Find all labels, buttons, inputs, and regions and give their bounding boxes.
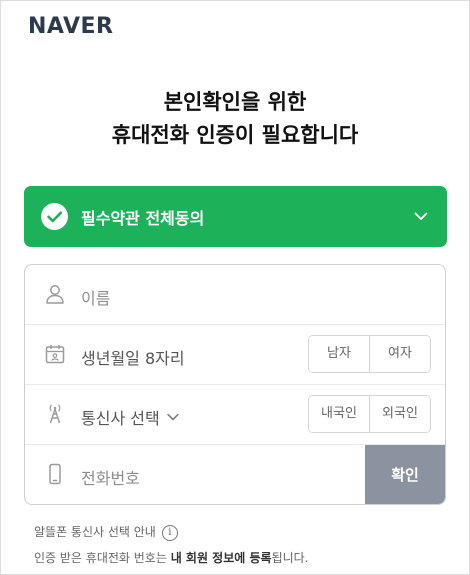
phone-number-input[interactable]: 전화번호 — [81, 465, 140, 489]
page-title-line-1: 본인확인을 위한 — [163, 90, 307, 114]
confirm-button[interactable]: 확인 — [365, 445, 445, 504]
agree-all-terms-button[interactable]: 필수약관 전체동의 — [24, 186, 447, 247]
antenna-tower-icon — [43, 402, 67, 426]
carrier-select-label: 통신사 선택 — [81, 409, 160, 428]
nationality-domestic-button[interactable]: 내국인 — [309, 396, 369, 432]
chevron-down-icon — [166, 409, 180, 428]
registration-notice: 인증 받은 휴대전화 번호는 내 회원 정보에 등록됩니다. — [34, 549, 309, 566]
name-row[interactable]: 이름 — [25, 265, 445, 325]
page-title-line-2: 휴대전화 인증이 필요합니다 — [111, 123, 359, 147]
naver-logo[interactable]: NAVER — [28, 14, 113, 39]
page-title: 본인확인을 위한 휴대전화 인증이 필요합니다 — [0, 86, 470, 152]
registration-notice-prefix: 인증 받은 휴대전화 번호는 — [34, 551, 171, 565]
birthdate-row: 생년월일 8자리 남자 여자 — [25, 325, 445, 385]
verification-form: 이름 생년월일 8자리 남자 여자 통신사 선택 내국인 외국인 전화번호 확인 — [24, 264, 446, 505]
phone-row: 전화번호 확인 — [25, 445, 445, 504]
nationality-selector: 내국인 외국인 — [308, 395, 431, 433]
mvno-guide-link[interactable]: 알뜰폰 통신사 선택 안내 i — [34, 523, 178, 541]
birthdate-input[interactable]: 생년월일 8자리 — [81, 345, 185, 369]
carrier-row: 통신사 선택 내국인 외국인 — [25, 385, 445, 445]
info-icon[interactable]: i — [161, 524, 178, 541]
mvno-guide-text: 알뜰폰 통신사 선택 안내 — [34, 525, 156, 539]
phone-icon — [43, 462, 67, 486]
name-input[interactable]: 이름 — [81, 285, 110, 309]
check-circle-icon — [41, 203, 68, 230]
registration-notice-suffix: 됩니다. — [271, 551, 309, 565]
calendar-icon — [43, 342, 67, 366]
carrier-select[interactable]: 통신사 선택 — [81, 405, 180, 429]
agree-all-terms-label: 필수약관 전체동의 — [81, 209, 205, 228]
person-icon — [43, 282, 67, 306]
nationality-foreign-button[interactable]: 외국인 — [369, 396, 430, 432]
registration-notice-bold: 내 회원 정보에 등록 — [170, 551, 272, 565]
gender-male-button[interactable]: 남자 — [309, 336, 369, 372]
gender-female-button[interactable]: 여자 — [369, 336, 430, 372]
gender-selector: 남자 여자 — [308, 335, 431, 373]
chevron-down-icon[interactable] — [413, 208, 429, 228]
